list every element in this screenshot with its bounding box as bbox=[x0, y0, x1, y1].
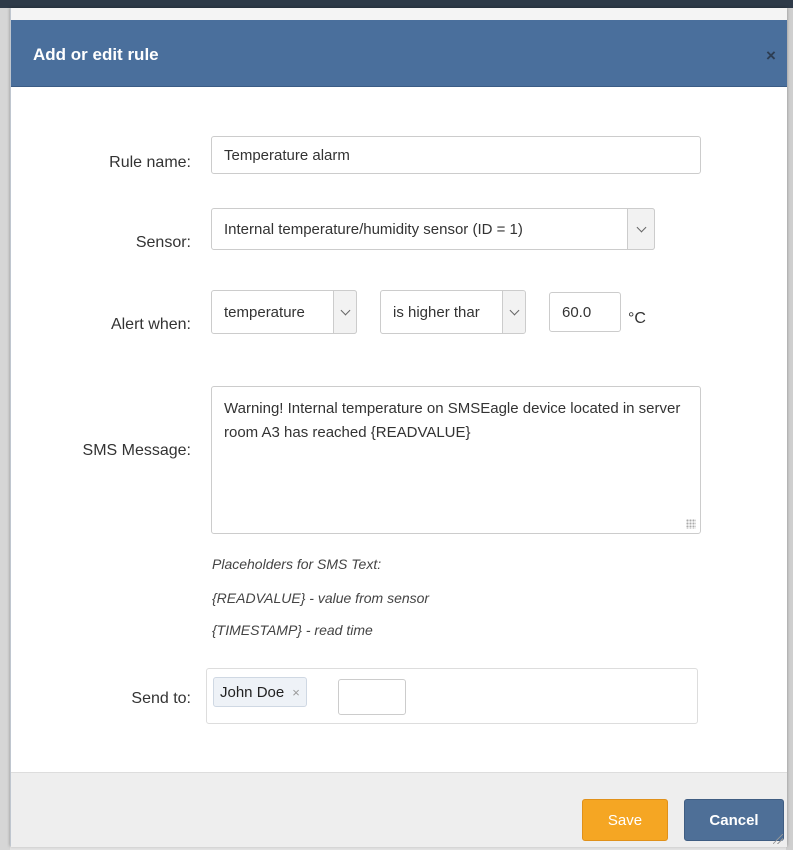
sensor-select[interactable]: Internal temperature/humidity sensor (ID… bbox=[211, 208, 655, 250]
placeholder-timestamp: {TIMESTAMP} - read time bbox=[212, 622, 373, 638]
dialog-top-edge bbox=[11, 8, 787, 20]
condition-select[interactable]: is higher thar bbox=[380, 290, 526, 334]
recipient-search-input[interactable] bbox=[338, 679, 406, 715]
recipient-name: John Doe bbox=[220, 683, 285, 701]
threshold-input[interactable]: 60.0 bbox=[549, 292, 621, 332]
resize-grip-icon[interactable] bbox=[686, 519, 696, 529]
dialog-footer: Save Cancel bbox=[11, 772, 787, 847]
backdrop-right bbox=[786, 8, 793, 850]
threshold-value: 60.0 bbox=[562, 303, 592, 321]
dialog-resize-icon[interactable] bbox=[773, 834, 783, 844]
sms-message-value: Warning! Internal temperature on SMSEagl… bbox=[224, 400, 681, 441]
dialog-header: Add or edit rule × bbox=[11, 20, 787, 87]
remove-tag-icon[interactable]: × bbox=[292, 685, 300, 700]
parameter-select[interactable]: temperature bbox=[211, 290, 357, 334]
placeholders-title: Placeholders for SMS Text: bbox=[212, 556, 382, 572]
backdrop-left bbox=[0, 8, 10, 850]
rule-name-input[interactable]: Temperature alarm bbox=[211, 136, 701, 174]
sms-message-textarea[interactable]: Warning! Internal temperature on SMSEagl… bbox=[211, 386, 701, 534]
alert-when-label: Alert when: bbox=[110, 316, 191, 333]
background-bar bbox=[0, 0, 793, 8]
cancel-button[interactable]: Cancel bbox=[684, 799, 784, 841]
rule-name-value: Temperature alarm bbox=[224, 146, 350, 164]
chevron-down-icon bbox=[333, 290, 357, 334]
sms-message-label: SMS Message: bbox=[82, 442, 191, 459]
save-button[interactable]: Save bbox=[582, 799, 668, 841]
recipient-tag: John Doe × bbox=[213, 677, 307, 707]
close-icon[interactable]: × bbox=[763, 47, 779, 64]
send-to-label: Send to: bbox=[131, 690, 191, 707]
rule-name-label: Rule name: bbox=[109, 154, 191, 171]
rule-dialog: Add or edit rule × Rule name: Temperatur… bbox=[10, 8, 787, 847]
chevron-down-icon bbox=[627, 208, 655, 250]
recipients-field[interactable]: John Doe × bbox=[206, 668, 698, 724]
sensor-label: Sensor: bbox=[135, 234, 191, 251]
sensor-value: Internal temperature/humidity sensor (ID… bbox=[224, 220, 523, 238]
chevron-down-icon bbox=[502, 291, 525, 333]
unit-label: °C bbox=[628, 310, 646, 327]
placeholder-readvalue: {READVALUE} - value from sensor bbox=[212, 590, 430, 606]
condition-value: is higher thar bbox=[393, 303, 480, 321]
parameter-value: temperature bbox=[224, 303, 305, 321]
dialog-title: Add or edit rule bbox=[33, 45, 159, 64]
